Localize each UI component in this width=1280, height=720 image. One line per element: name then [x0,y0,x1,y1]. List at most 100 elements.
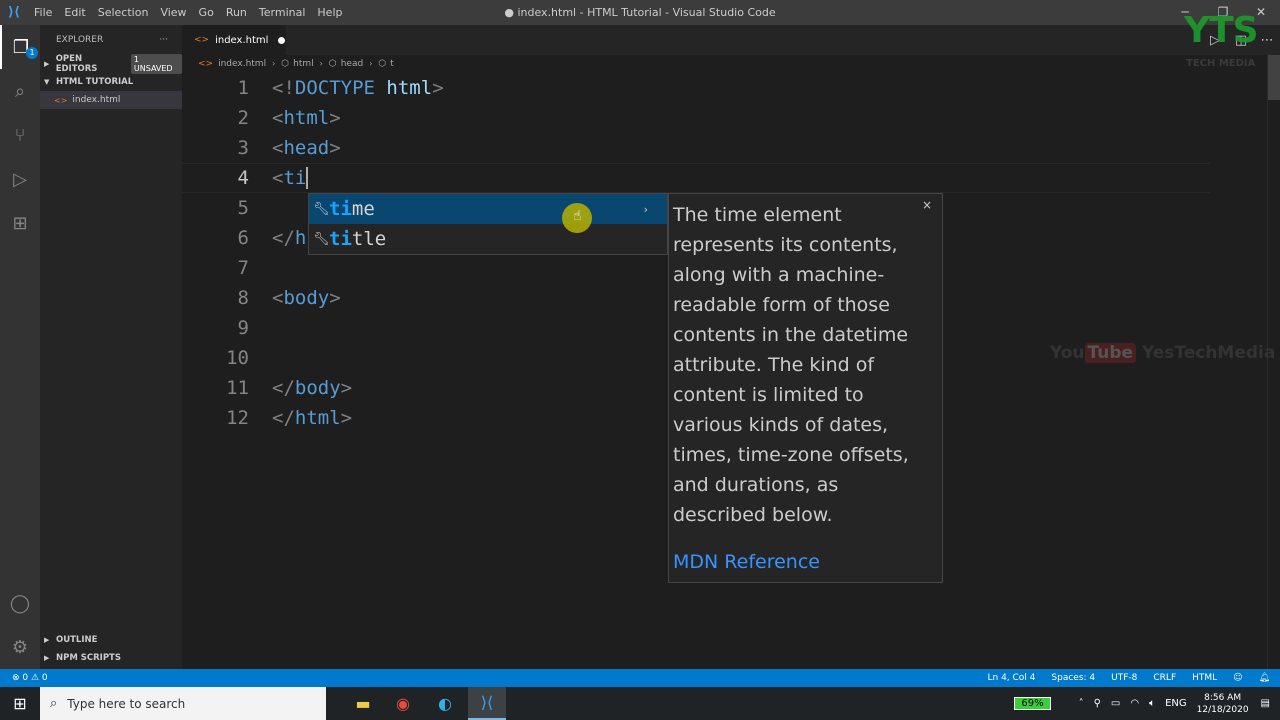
element-description: The time element represents its contents… [673,204,909,526]
clock-time: 8:56 AM [1204,692,1242,703]
html-file-icon: <> [198,58,214,69]
indentation[interactable]: Spaces: 4 [1051,673,1095,683]
feedback-icon[interactable]: ☺ [1233,673,1242,683]
cursor-position[interactable]: Ln 4, Col 4 [988,673,1036,683]
account-icon[interactable]: ◯ [0,581,40,625]
settings-gear-icon[interactable]: ⚙ [0,625,40,669]
more-actions-icon[interactable]: ··· [159,35,168,45]
end-of-line[interactable]: CRLF [1153,673,1176,683]
channel-sub-watermark: TECH MEDIA [1186,58,1256,69]
language-mode[interactable]: HTML [1192,673,1217,683]
file-explorer-icon[interactable]: ▬ [344,687,382,720]
menu-file[interactable]: File [28,0,58,25]
token: </ [272,227,295,249]
battery-icon[interactable]: ▭ [1111,698,1120,709]
wifi-icon[interactable]: ◠ [1130,698,1139,709]
file-label: index.html [72,95,121,105]
token: <! [272,77,295,99]
menu-edit[interactable]: Edit [58,0,91,25]
breadcrumb-head[interactable]: head [341,59,363,69]
extensions-icon[interactable]: ⊞ [0,201,40,245]
open-editors-section[interactable]: ▶ OPEN EDITORS 1 UNSAVED [40,54,183,74]
system-tray: 69% ˄ ⚲ ▭ ◠ 🔈︎ ENG 8:56 AM 12/18/2020 ▤ [1014,687,1280,720]
mdn-reference-link[interactable]: MDN Reference [673,551,820,573]
volume-icon[interactable]: 🔈︎ [1149,698,1155,709]
open-editors-label: OPEN EDITORS [55,54,98,74]
windows-start-icon[interactable]: ⊞ [0,687,40,720]
battery-indicator[interactable]: 69% [1014,697,1051,710]
token: > [432,77,444,99]
token: html [283,107,330,129]
unsaved-badge: 1 UNSAVED [130,54,183,74]
scrollbar-thumb[interactable] [1268,55,1280,100]
line-number: 10 [226,347,249,369]
breadcrumb-file[interactable]: index.html [218,59,266,69]
taskbar-search[interactable]: ⌕ Type here to search [40,687,326,720]
html-file-icon: <> [194,35,210,45]
element-icon: ⬡ [328,58,337,69]
yt-channel: YesTechMedia [1141,343,1276,363]
chevron-right-icon: ▶ [44,636,50,644]
menu-go[interactable]: Go [193,0,220,25]
source-control-icon[interactable]: ⑂ [0,113,40,157]
suggestion-match: ti [329,198,352,220]
line-number: 5 [237,197,249,219]
chevron-right-icon: ▶ [44,60,50,68]
line-number: 1 [237,77,249,99]
token: < [272,166,284,189]
activity-bar: ❐ 1 ⌕ ⑂ ▷ ⊞ ◯ ⚙ [0,25,40,669]
run-debug-icon[interactable]: ▷ [0,157,40,201]
line-number: 11 [226,377,249,399]
npm-scripts-section[interactable]: ▶ NPM SCRIPTS [40,649,182,667]
chevron-right-icon: › [319,59,323,68]
explorer-icon[interactable]: ❐ 1 [0,25,40,69]
menu-selection[interactable]: Selection [92,0,155,25]
element-icon: ⬡ [378,58,387,69]
file-item-index-html[interactable]: <> index.html [40,91,182,109]
line-number: 7 [237,257,249,279]
chrome-icon[interactable]: ◉ [384,687,422,720]
title-bar: ⟩⟨ File Edit Selection View Go Run Termi… [0,0,1280,25]
vscode-taskbar-icon[interactable]: ⟩⟨ [468,687,506,720]
usb-icon[interactable]: ⚲ [1094,698,1101,709]
explorer-title: EXPLORER [56,35,104,45]
tab-index-html[interactable]: <> index.html [182,25,286,55]
editor-tabs: <> index.html ▷ ◫ ⋯ [182,25,1280,55]
notifications-bell-icon[interactable]: 🔔︎ [1259,673,1270,683]
unsaved-dot-icon[interactable] [278,36,286,44]
token: < [272,107,284,129]
outline-section[interactable]: ▶ OUTLINE [40,631,182,649]
menu-help[interactable]: Help [311,0,348,25]
token: > [329,137,341,159]
breadcrumb-t[interactable]: t [390,59,394,69]
suggestion-title[interactable]: 🔧︎ ti tle [309,224,667,254]
text-caret [306,167,309,190]
suggestion-time[interactable]: 🔧︎ ti me › [309,194,667,224]
menu-terminal[interactable]: Terminal [253,0,312,25]
chevron-right-icon: › [272,59,276,68]
breadcrumb: <> index.html › ⬡ html › ⬡ head › ⬡ t [182,55,1280,72]
search-icon[interactable]: ⌕ [0,69,40,113]
menu-run[interactable]: Run [220,0,253,25]
chevron-down-icon: ▼ [44,78,50,86]
problems-indicator[interactable]: ⊗ 0 ⚠ 0 [12,673,48,683]
menu-bar: File Edit Selection View Go Run Terminal… [28,0,348,25]
language-indicator[interactable]: ENG [1165,698,1187,709]
suggestion-match: ti [329,228,352,250]
token: > [329,107,341,129]
yt-you: You [1050,343,1085,363]
clock[interactable]: 8:56 AM 12/18/2020 [1197,692,1249,716]
line-number: 9 [237,317,249,339]
breadcrumb-html[interactable]: html [293,59,314,69]
read-more-icon[interactable]: › [642,203,649,216]
folder-section[interactable]: ▼ HTML TUTORIAL [40,73,182,91]
token: head [283,137,330,159]
edge-icon[interactable]: ◐ [426,687,464,720]
encoding[interactable]: UTF-8 [1111,673,1137,683]
chevron-up-icon[interactable]: ˄ [1079,698,1084,709]
notifications-icon[interactable]: ▤ [1261,698,1270,709]
menu-view[interactable]: View [154,0,192,25]
windows-taskbar: ⊞ ⌕ Type here to search ▬ ◉ ◐ ⟩⟨ 69% ˄ ⚲… [0,687,1280,720]
token: </ [272,377,295,399]
close-details-icon[interactable]: × [922,198,932,212]
